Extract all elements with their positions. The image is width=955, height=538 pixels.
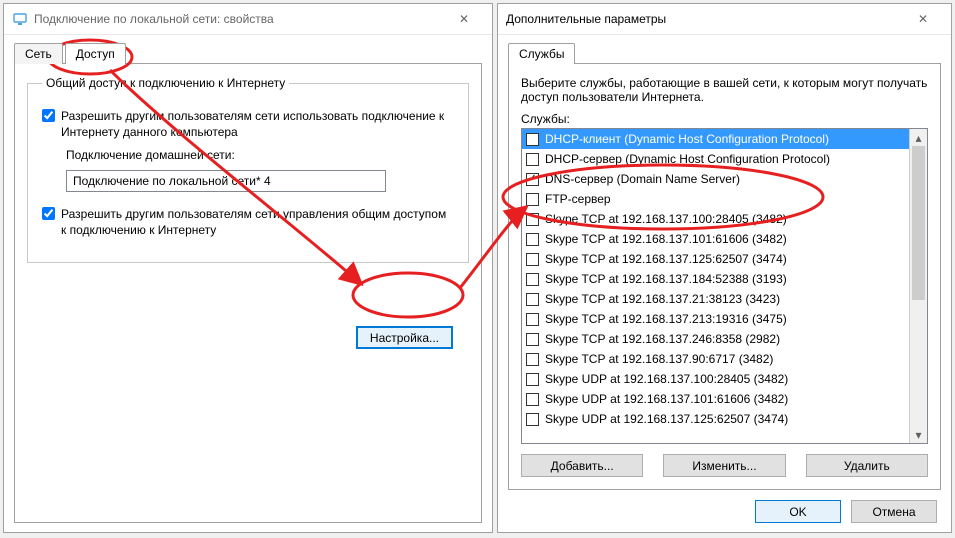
- add-button[interactable]: Добавить...: [521, 454, 643, 477]
- close-icon[interactable]: ✕: [903, 5, 943, 33]
- service-item[interactable]: Skype TCP at 192.168.137.100:28405 (3482…: [522, 209, 909, 229]
- scrollbar[interactable]: ▴ ▾: [909, 129, 927, 443]
- tabs: Сеть Доступ: [14, 41, 482, 63]
- service-item[interactable]: Skype TCP at 192.168.137.213:19316 (3475…: [522, 309, 909, 329]
- service-checkbox[interactable]: [526, 373, 539, 386]
- allow-connection-label: Разрешить другим пользователям сети испо…: [61, 108, 454, 140]
- service-checkbox[interactable]: [526, 393, 539, 406]
- ics-group-title: Общий доступ к подключению к Интернету: [42, 76, 289, 90]
- advanced-settings-dialog: Дополнительные параметры ✕ Службы Выбери…: [497, 3, 952, 533]
- tabs-advanced: Службы: [508, 41, 941, 63]
- service-item[interactable]: Skype TCP at 192.168.137.90:6717 (3482): [522, 349, 909, 369]
- service-checkbox[interactable]: [526, 333, 539, 346]
- tab-services[interactable]: Службы: [508, 43, 575, 64]
- service-item[interactable]: ✓ DNS-сервер (Domain Name Server): [522, 169, 909, 189]
- service-item[interactable]: DHCP-сервер (Dynamic Host Configuration …: [522, 149, 909, 169]
- service-label: Skype TCP at 192.168.137.125:62507 (3474…: [545, 252, 787, 266]
- scroll-down-icon[interactable]: ▾: [910, 426, 927, 443]
- service-checkbox[interactable]: [526, 133, 539, 146]
- service-label: DHCP-сервер (Dynamic Host Configuration …: [545, 152, 830, 166]
- allow-manage-checkbox[interactable]: Разрешить другим пользователям сети упра…: [42, 206, 454, 238]
- lan-properties-dialog: Подключение по локальной сети: свойства …: [3, 3, 493, 533]
- services-listbox[interactable]: DHCP-клиент (Dynamic Host Configuration …: [521, 128, 928, 444]
- ok-button[interactable]: OK: [755, 500, 841, 523]
- service-checkbox[interactable]: [526, 313, 539, 326]
- services-label: Службы:: [521, 112, 928, 126]
- service-checkbox[interactable]: [526, 293, 539, 306]
- allow-manage-label: Разрешить другим пользователям сети упра…: [61, 206, 454, 238]
- service-checkbox[interactable]: [526, 253, 539, 266]
- close-icon[interactable]: ✕: [444, 5, 484, 33]
- home-connection-label: Подключение домашней сети:: [66, 148, 454, 162]
- service-label: Skype TCP at 192.168.137.213:19316 (3475…: [545, 312, 787, 326]
- service-label: DHCP-клиент (Dynamic Host Configuration …: [545, 132, 829, 146]
- service-item[interactable]: Skype TCP at 192.168.137.21:38123 (3423): [522, 289, 909, 309]
- allow-connection-checkbox[interactable]: Разрешить другим пользователям сети испо…: [42, 108, 454, 140]
- service-item[interactable]: Skype UDP at 192.168.137.100:28405 (3482…: [522, 369, 909, 389]
- service-label: Skype TCP at 192.168.137.184:52388 (3193…: [545, 272, 787, 286]
- service-checkbox[interactable]: [526, 233, 539, 246]
- edit-button[interactable]: Изменить...: [663, 454, 785, 477]
- service-checkbox[interactable]: [526, 213, 539, 226]
- service-checkbox[interactable]: ✓: [526, 173, 539, 186]
- service-label: Skype TCP at 192.168.137.100:28405 (3482…: [545, 212, 787, 226]
- services-instruction: Выберите службы, работающие в вашей сети…: [521, 76, 928, 104]
- service-checkbox[interactable]: [526, 353, 539, 366]
- home-connection-input[interactable]: [66, 170, 386, 192]
- service-item[interactable]: Skype TCP at 192.168.137.246:8358 (2982): [522, 329, 909, 349]
- tab-access[interactable]: Доступ: [65, 43, 126, 64]
- service-item[interactable]: Skype TCP at 192.168.137.184:52388 (3193…: [522, 269, 909, 289]
- titlebar-advanced: Дополнительные параметры ✕: [498, 4, 951, 35]
- service-label: Skype UDP at 192.168.137.101:61606 (3482…: [545, 392, 788, 406]
- service-checkbox[interactable]: [526, 193, 539, 206]
- scroll-up-icon[interactable]: ▴: [910, 129, 927, 146]
- service-checkbox[interactable]: [526, 153, 539, 166]
- service-label: Skype UDP at 192.168.137.100:28405 (3482…: [545, 372, 788, 386]
- allow-connection-input[interactable]: [42, 109, 55, 122]
- title-text: Подключение по локальной сети: свойства: [34, 12, 444, 26]
- delete-button[interactable]: Удалить: [806, 454, 928, 477]
- network-icon: [12, 11, 28, 27]
- service-item[interactable]: Skype TCP at 192.168.137.125:62507 (3474…: [522, 249, 909, 269]
- cancel-button[interactable]: Отмена: [851, 500, 937, 523]
- service-item[interactable]: Skype TCP at 192.168.137.101:61606 (3482…: [522, 229, 909, 249]
- tab-network[interactable]: Сеть: [14, 43, 63, 64]
- service-label: FTP-сервер: [545, 192, 611, 206]
- service-label: DNS-сервер (Domain Name Server): [545, 172, 740, 186]
- service-label: Skype TCP at 192.168.137.101:61606 (3482…: [545, 232, 787, 246]
- scroll-thumb[interactable]: [912, 146, 925, 300]
- service-label: Skype TCP at 192.168.137.246:8358 (2982): [545, 332, 780, 346]
- title-advanced: Дополнительные параметры: [506, 12, 903, 26]
- allow-manage-input[interactable]: [42, 207, 55, 220]
- tab-page-access: Общий доступ к подключению к Интернету Р…: [14, 63, 482, 523]
- service-item[interactable]: Skype UDP at 192.168.137.125:62507 (3474…: [522, 409, 909, 429]
- service-label: Skype UDP at 192.168.137.125:62507 (3474…: [545, 412, 788, 426]
- service-checkbox[interactable]: [526, 413, 539, 426]
- settings-button[interactable]: Настройка...: [356, 326, 453, 349]
- ics-group: Общий доступ к подключению к Интернету Р…: [27, 76, 469, 263]
- service-item[interactable]: DHCP-клиент (Dynamic Host Configuration …: [522, 129, 909, 149]
- scroll-track[interactable]: [910, 146, 927, 426]
- service-item[interactable]: FTP-сервер: [522, 189, 909, 209]
- tab-page-services: Выберите службы, работающие в вашей сети…: [508, 63, 941, 490]
- service-item[interactable]: Skype UDP at 192.168.137.101:61606 (3482…: [522, 389, 909, 409]
- service-label: Skype TCP at 192.168.137.21:38123 (3423): [545, 292, 780, 306]
- titlebar: Подключение по локальной сети: свойства …: [4, 4, 492, 35]
- service-label: Skype TCP at 192.168.137.90:6717 (3482): [545, 352, 773, 366]
- service-checkbox[interactable]: [526, 273, 539, 286]
